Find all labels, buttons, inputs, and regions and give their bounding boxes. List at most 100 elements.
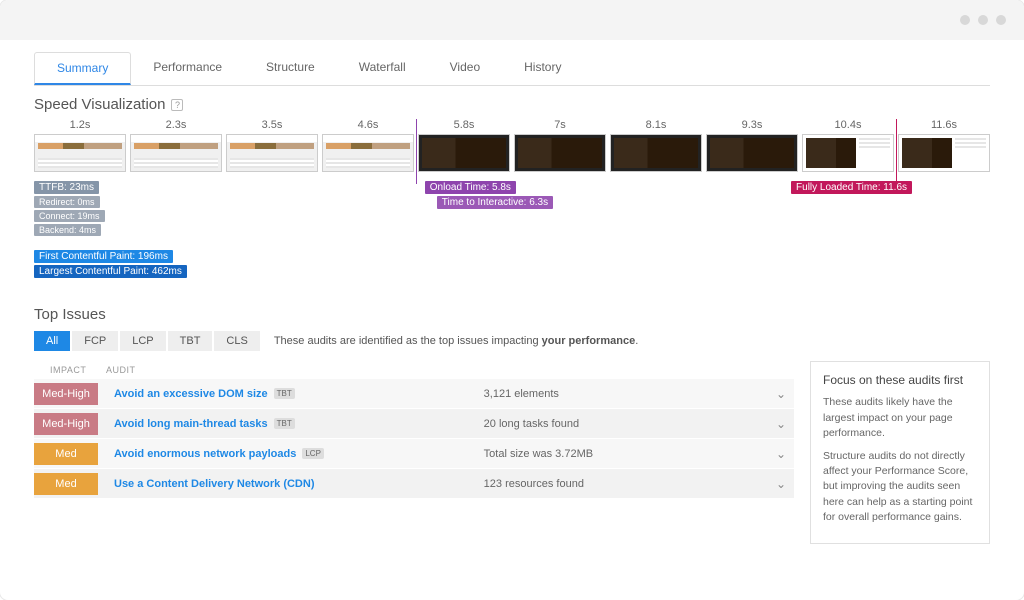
- filmstrip-frame[interactable]: 7s: [514, 119, 606, 172]
- frame-thumbnail: [418, 134, 510, 172]
- timing-badges-left: TTFB: 23ms Redirect: 0ms Connect: 19ms B…: [34, 181, 187, 278]
- issues-table: IMPACT AUDIT Med-High Avoid an excessive …: [34, 361, 794, 499]
- frame-thumbnail: [322, 134, 414, 172]
- tab-structure[interactable]: Structure: [244, 52, 337, 85]
- tab-performance[interactable]: Performance: [131, 52, 244, 85]
- issues-layout: IMPACT AUDIT Med-High Avoid an excessive …: [34, 361, 990, 544]
- filmstrip-frame[interactable]: 4.6s: [322, 119, 414, 172]
- tti-badge: Time to Interactive: 6.3s: [437, 196, 553, 209]
- main-tabs: SummaryPerformanceStructureWaterfallVide…: [34, 52, 990, 86]
- tab-waterfall[interactable]: Waterfall: [337, 52, 428, 85]
- frame-time-label: 1.2s: [70, 119, 91, 131]
- filmstrip-frame[interactable]: 3.5s: [226, 119, 318, 172]
- speed-filmstrip: 1.2s 2.3s 3.5s 4.6s 5.8s 7s 8.1s 9.3s 10.4s 11.6s: [34, 119, 990, 172]
- expand-row-button[interactable]: ⌄: [768, 447, 794, 461]
- frame-time-label: 8.1s: [646, 119, 667, 131]
- audit-value: Total size was 3.72MB: [484, 448, 768, 460]
- frame-thumbnail: [802, 134, 894, 172]
- filmstrip-frame[interactable]: 8.1s: [610, 119, 702, 172]
- frame-thumbnail: [34, 134, 126, 172]
- expand-row-button[interactable]: ⌄: [768, 477, 794, 491]
- filmstrip-frame[interactable]: 1.2s: [34, 119, 126, 172]
- connect-badge: Connect: 19ms: [34, 210, 105, 222]
- audit-link[interactable]: Avoid long main-thread tasks: [114, 418, 268, 430]
- timing-marker-line: [896, 119, 897, 184]
- filter-description: These audits are identified as the top i…: [274, 335, 638, 347]
- focus-panel: Focus on these audits first These audits…: [810, 361, 990, 544]
- tab-video[interactable]: Video: [428, 52, 502, 85]
- top-issues-section: Top Issues AllFCPLCPTBTCLS These audits …: [34, 306, 990, 544]
- audit-value: 20 long tasks found: [484, 418, 768, 430]
- audit-link[interactable]: Avoid an excessive DOM size: [114, 388, 268, 400]
- help-icon[interactable]: ?: [171, 99, 183, 111]
- audit-tag: TBT: [274, 388, 295, 399]
- speed-visualization-title: Speed Visualization ?: [34, 96, 990, 113]
- expand-row-button[interactable]: ⌄: [768, 387, 794, 401]
- impact-badge: Med: [34, 443, 98, 465]
- audit-cell: Avoid enormous network payloads LCP: [106, 448, 484, 460]
- onload-badge: Onload Time: 5.8s: [425, 181, 516, 194]
- filmstrip-frame[interactable]: 2.3s: [130, 119, 222, 172]
- frame-time-label: 4.6s: [358, 119, 379, 131]
- table-header-row: IMPACT AUDIT: [34, 361, 794, 379]
- focus-panel-title: Focus on these audits first: [823, 372, 977, 389]
- ttfb-badge: TTFB: 23ms: [34, 181, 99, 194]
- filmstrip-annotations: TTFB: 23ms Redirect: 0ms Connect: 19ms B…: [34, 178, 990, 278]
- impact-badge: Med: [34, 473, 98, 495]
- frame-thumbnail: [898, 134, 990, 172]
- audit-tag: LCP: [302, 448, 324, 459]
- impact-badge: Med-High: [34, 383, 98, 405]
- tab-summary[interactable]: Summary: [34, 52, 131, 85]
- expand-row-button[interactable]: ⌄: [768, 417, 794, 431]
- window-dot[interactable]: [978, 15, 988, 25]
- filter-chip-all[interactable]: All: [34, 331, 70, 351]
- app-window: SummaryPerformanceStructureWaterfallVide…: [0, 0, 1024, 600]
- window-dot[interactable]: [960, 15, 970, 25]
- frame-thumbnail: [610, 134, 702, 172]
- top-issues-title: Top Issues: [34, 306, 990, 323]
- issue-row[interactable]: Med Use a Content Delivery Network (CDN) 1…: [34, 469, 794, 499]
- frame-thumbnail: [706, 134, 798, 172]
- filter-chip-lcp[interactable]: LCP: [120, 331, 165, 351]
- frame-thumbnail: [130, 134, 222, 172]
- col-header-impact: IMPACT: [34, 365, 106, 375]
- filter-chip-fcp[interactable]: FCP: [72, 331, 118, 351]
- audit-cell: Avoid an excessive DOM size TBT: [106, 388, 484, 400]
- frame-time-label: 2.3s: [166, 119, 187, 131]
- tab-history[interactable]: History: [502, 52, 583, 85]
- filter-chip-tbt[interactable]: TBT: [168, 331, 213, 351]
- audit-value: 123 resources found: [484, 478, 768, 490]
- audit-link[interactable]: Use a Content Delivery Network (CDN): [114, 478, 315, 490]
- issue-row[interactable]: Med-HighAvoid long main-thread tasksTBT2…: [34, 409, 794, 439]
- fcp-badge: First Contentful Paint: 196ms: [34, 250, 173, 263]
- frame-thumbnail: [226, 134, 318, 172]
- issue-row[interactable]: Med-HighAvoid an excessive DOM sizeTBT3,…: [34, 379, 794, 409]
- filter-chips: AllFCPLCPTBTCLS: [34, 331, 260, 351]
- issue-row[interactable]: Med Avoid enormous network payloads LCP Tot…: [34, 439, 794, 469]
- audit-cell: Avoid long main-thread tasksTBT: [106, 418, 484, 430]
- frame-thumbnail: [514, 134, 606, 172]
- window-titlebar: [0, 0, 1024, 40]
- content-area: SummaryPerformanceStructureWaterfallVide…: [0, 40, 1024, 544]
- fully-loaded-badge: Fully Loaded Time: 11.6s: [791, 181, 912, 194]
- timing-marker-line: [416, 119, 417, 184]
- timing-badges-onload: Onload Time: 5.8s Time to Interactive: 6…: [425, 181, 553, 209]
- issue-filter-row: AllFCPLCPTBTCLS These audits are identif…: [34, 331, 990, 351]
- window-controls: [960, 15, 1006, 25]
- audit-link[interactable]: Avoid enormous network payloads: [114, 448, 296, 460]
- filmstrip-frame[interactable]: 9.3s: [706, 119, 798, 172]
- redirect-badge: Redirect: 0ms: [34, 196, 100, 208]
- filmstrip-frame[interactable]: 10.4s: [802, 119, 894, 172]
- section-title-text: Speed Visualization: [34, 96, 165, 113]
- audit-cell: Use a Content Delivery Network (CDN): [106, 478, 484, 490]
- filmstrip-frame[interactable]: 5.8s: [418, 119, 510, 172]
- focus-panel-p2: Structure audits do not directly affect …: [823, 449, 977, 525]
- frame-time-label: 7s: [554, 119, 566, 131]
- filter-blurb-bold: your performance: [542, 335, 636, 347]
- window-dot[interactable]: [996, 15, 1006, 25]
- lcp-badge: Largest Contentful Paint: 462ms: [34, 265, 187, 278]
- frame-time-label: 9.3s: [742, 119, 763, 131]
- frame-time-label: 11.6s: [931, 119, 957, 131]
- filmstrip-frame[interactable]: 11.6s: [898, 119, 990, 172]
- filter-chip-cls[interactable]: CLS: [214, 331, 259, 351]
